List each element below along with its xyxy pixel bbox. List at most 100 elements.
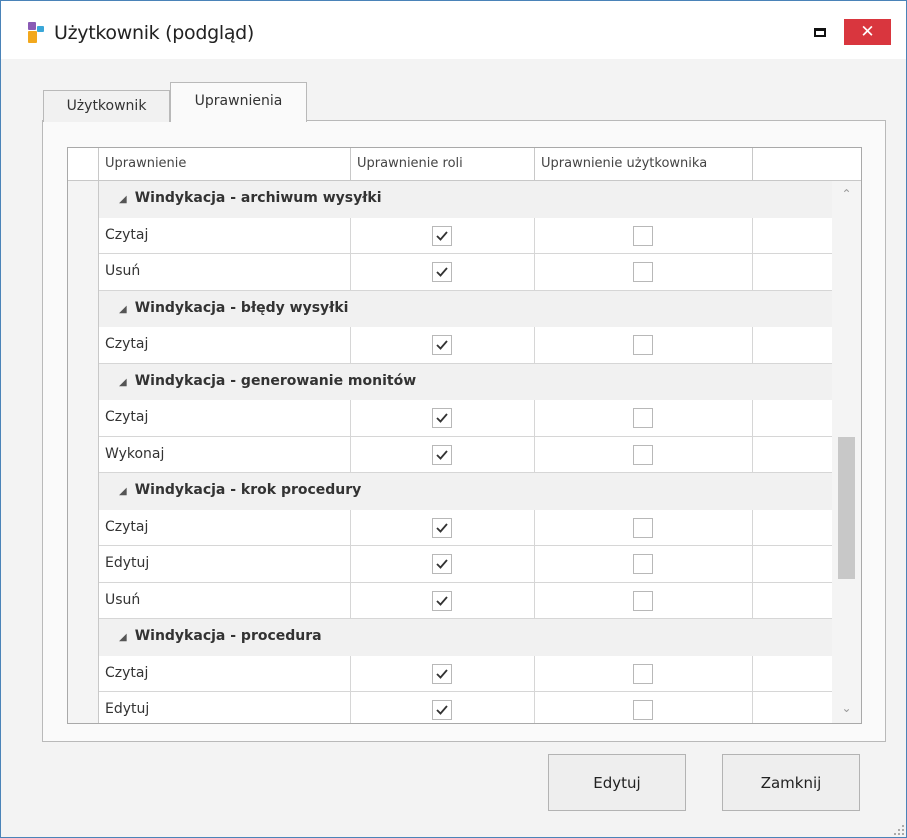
user-permission-cell[interactable]	[535, 546, 753, 582]
role-permission-cell	[351, 400, 535, 436]
dialog-window: Użytkownik (podgląd) ✕ Użytkownik Uprawn…	[0, 0, 907, 838]
role-checkbox	[432, 225, 452, 246]
collapse-icon[interactable]: ◢	[119, 632, 127, 643]
table-row[interactable]: Usuń	[99, 254, 832, 291]
role-checkbox	[432, 700, 452, 720]
table-row[interactable]: Czytaj	[99, 400, 832, 437]
user-checkbox[interactable]	[633, 700, 653, 720]
column-header-role[interactable]: Uprawnienie roli	[351, 148, 535, 180]
vertical-scrollbar[interactable]: ⌃ ⌄	[832, 181, 861, 723]
user-checkbox[interactable]	[633, 590, 653, 611]
role-permission-cell	[351, 436, 535, 473]
role-checkbox	[432, 335, 452, 355]
row-indicator-column	[68, 181, 99, 723]
table-row[interactable]: Czytaj	[99, 655, 832, 692]
tab-label: Uprawnienia	[194, 93, 283, 109]
group-row[interactable]: ◢ Windykacja - procedura	[99, 619, 832, 656]
permission-name: Czytaj	[99, 509, 351, 546]
user-checkbox[interactable]	[633, 663, 653, 684]
group-title: Windykacja - generowanie monitów	[134, 372, 417, 389]
group-row[interactable]: ◢ Windykacja - krok procedury	[99, 473, 832, 510]
role-checkbox	[432, 517, 452, 538]
group-title: Windykacja - procedura	[134, 628, 322, 644]
permission-name: Wykonaj	[99, 436, 351, 473]
role-checkbox	[432, 262, 452, 282]
permission-name: Czytaj	[99, 400, 351, 436]
collapse-icon[interactable]: ◢	[119, 486, 127, 497]
permission-name: Usuń	[99, 582, 351, 619]
scroll-up-icon[interactable]: ⌃	[832, 183, 861, 205]
close-icon: ✕	[860, 22, 875, 42]
group-title: Windykacja - archiwum wysyłki	[134, 190, 382, 206]
group-title: Windykacja - błędy wysyłki	[134, 299, 349, 316]
group-row[interactable]: ◢ Windykacja - archiwum wysyłki	[99, 181, 832, 218]
table-row[interactable]: Usuń	[99, 582, 832, 619]
user-permission-cell[interactable]	[535, 327, 753, 363]
table-row[interactable]: Edytuj	[99, 692, 832, 723]
user-checkbox[interactable]	[633, 262, 653, 282]
scroll-down-icon[interactable]: ⌄	[832, 697, 861, 719]
permission-name: Usuń	[99, 254, 351, 290]
role-permission-cell	[351, 327, 535, 363]
tab-uprawnienia[interactable]: Uprawnienia	[170, 82, 307, 122]
column-header-indicator	[68, 148, 99, 180]
maximize-button[interactable]	[806, 19, 834, 45]
role-checkbox	[432, 590, 452, 611]
group-row[interactable]: ◢ Windykacja - błędy wysyłki	[99, 290, 832, 327]
user-checkbox[interactable]	[633, 408, 653, 428]
user-checkbox[interactable]	[633, 517, 653, 538]
user-permission-cell[interactable]	[535, 254, 753, 290]
user-permission-cell[interactable]	[535, 436, 753, 473]
grid-rows: ◢ Windykacja - archiwum wysyłki Czytaj Usuń…	[99, 181, 832, 723]
role-checkbox	[432, 554, 452, 574]
role-permission-cell	[351, 254, 535, 290]
group-label: ◢ Windykacja - procedura	[119, 628, 322, 644]
user-checkbox[interactable]	[633, 335, 653, 355]
collapse-icon[interactable]: ◢	[119, 304, 127, 315]
user-permission-cell[interactable]	[535, 217, 753, 254]
table-row[interactable]: Czytaj	[99, 327, 832, 364]
role-permission-cell	[351, 217, 535, 254]
column-header-uprawnienie[interactable]: Uprawnienie	[99, 148, 351, 180]
group-title: Windykacja - krok procedury	[134, 482, 362, 498]
user-checkbox[interactable]	[633, 225, 653, 246]
user-permission-cell[interactable]	[535, 509, 753, 546]
user-checkbox[interactable]	[633, 554, 653, 574]
group-row[interactable]: ◢ Windykacja - generowanie monitów	[99, 363, 832, 400]
user-permission-cell[interactable]	[535, 582, 753, 619]
resize-grip-icon[interactable]	[893, 824, 905, 836]
collapse-icon[interactable]: ◢	[119, 377, 127, 388]
role-permission-cell	[351, 655, 535, 692]
table-row[interactable]: Edytuj	[99, 546, 832, 583]
user-permission-cell[interactable]	[535, 400, 753, 436]
user-permission-cell[interactable]	[535, 692, 753, 723]
close-button-label: Zamknij	[760, 773, 822, 792]
close-window-button[interactable]: ✕	[844, 19, 891, 45]
grid-header: Uprawnienie Uprawnienie roli Uprawnienie…	[68, 148, 861, 181]
permission-name: Czytaj	[99, 655, 351, 692]
column-header-user[interactable]: Uprawnienie użytkownika	[535, 148, 753, 180]
group-label: ◢ Windykacja - błędy wysyłki	[119, 300, 348, 316]
permission-name: Czytaj	[99, 327, 351, 363]
group-label: ◢ Windykacja - krok procedury	[119, 482, 361, 498]
group-label: ◢ Windykacja - generowanie monitów	[119, 373, 416, 389]
permission-name: Edytuj	[99, 692, 351, 723]
role-permission-cell	[351, 546, 535, 582]
title-bar: Użytkownik (podgląd) ✕	[1, 1, 906, 59]
scroll-thumb[interactable]	[838, 437, 855, 579]
tab-uzytkownik[interactable]: Użytkownik	[43, 90, 170, 122]
close-button[interactable]: Zamknij	[722, 754, 860, 811]
permission-name: Edytuj	[99, 546, 351, 582]
maximize-icon	[814, 27, 826, 37]
table-row[interactable]: Wykonaj	[99, 436, 832, 473]
column-header-empty	[753, 148, 861, 180]
collapse-icon[interactable]: ◢	[119, 194, 127, 205]
role-checkbox	[432, 408, 452, 428]
table-row[interactable]: Czytaj	[99, 217, 832, 254]
user-checkbox[interactable]	[633, 444, 653, 465]
edit-button[interactable]: Edytuj	[548, 754, 686, 811]
user-permission-cell[interactable]	[535, 655, 753, 692]
role-checkbox	[432, 444, 452, 465]
role-permission-cell	[351, 692, 535, 723]
table-row[interactable]: Czytaj	[99, 509, 832, 546]
